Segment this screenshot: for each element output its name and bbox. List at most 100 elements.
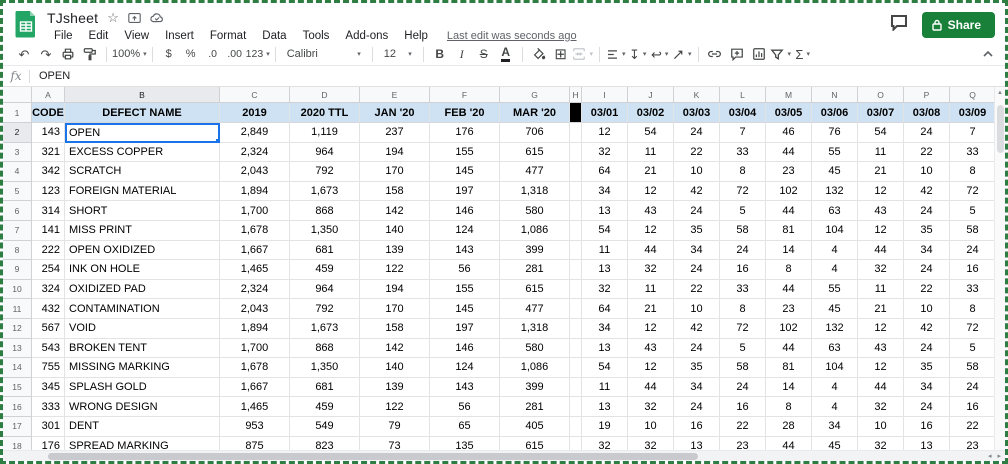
menu-insert[interactable]: Insert bbox=[158, 28, 201, 44]
cell-C11[interactable]: 2,043 bbox=[220, 299, 290, 319]
cell-K4[interactable]: 10 bbox=[674, 162, 720, 182]
column-header-J[interactable]: J bbox=[628, 87, 674, 103]
cell-B2[interactable]: OPEN bbox=[65, 123, 220, 143]
row-header-15[interactable]: 15 bbox=[3, 377, 32, 398]
cell-K15[interactable]: 34 bbox=[674, 377, 720, 398]
cell-O14[interactable]: 12 bbox=[858, 358, 904, 378]
cell-J4[interactable]: 21 bbox=[628, 162, 674, 182]
cell-L14[interactable]: 58 bbox=[720, 358, 766, 378]
redo-icon[interactable]: ↷ bbox=[35, 44, 57, 64]
cell-F1[interactable]: FEB '20 bbox=[430, 103, 500, 123]
cell-N2[interactable]: 76 bbox=[812, 123, 858, 143]
cell-B7[interactable]: MISS PRINT bbox=[65, 220, 220, 241]
cell-L3[interactable]: 33 bbox=[720, 142, 766, 163]
cell-I2[interactable]: 12 bbox=[582, 123, 628, 143]
cell-L4[interactable]: 8 bbox=[720, 162, 766, 182]
cell-K2[interactable]: 24 bbox=[674, 123, 720, 143]
cell-G5[interactable]: 1,318 bbox=[500, 181, 570, 202]
cell-J16[interactable]: 32 bbox=[628, 397, 674, 417]
cell-D13[interactable]: 868 bbox=[290, 338, 360, 359]
cell-J11[interactable]: 21 bbox=[628, 299, 674, 319]
cell-N6[interactable]: 63 bbox=[812, 201, 858, 221]
cell-P6[interactable]: 24 bbox=[904, 201, 950, 221]
insert-chart-icon[interactable] bbox=[748, 44, 770, 64]
star-icon[interactable]: ☆ bbox=[107, 11, 119, 24]
italic-button[interactable]: I bbox=[451, 44, 473, 64]
cell-D1[interactable]: 2020 TTL bbox=[290, 103, 360, 123]
cell-I1[interactable]: 03/01 bbox=[582, 103, 628, 123]
cell-E5[interactable]: 158 bbox=[360, 181, 430, 202]
insert-link-icon[interactable] bbox=[704, 44, 726, 64]
menu-tools[interactable]: Tools bbox=[296, 28, 337, 44]
cell-J9[interactable]: 32 bbox=[628, 260, 674, 280]
cell-D7[interactable]: 1,350 bbox=[290, 220, 360, 241]
cell-I14[interactable]: 54 bbox=[582, 358, 628, 378]
merge-cells-icon[interactable]: ▾ bbox=[572, 44, 594, 64]
cell-F11[interactable]: 145 bbox=[430, 299, 500, 319]
cell-I9[interactable]: 13 bbox=[582, 260, 628, 280]
cell-O15[interactable]: 44 bbox=[858, 377, 904, 398]
cell-A14[interactable]: 755 bbox=[32, 358, 65, 378]
cell-G6[interactable]: 580 bbox=[500, 201, 570, 221]
cell-P17[interactable]: 16 bbox=[904, 416, 950, 437]
cloud-status-icon[interactable] bbox=[150, 12, 164, 23]
cell-D11[interactable]: 792 bbox=[290, 299, 360, 319]
cell-D14[interactable]: 1,350 bbox=[290, 358, 360, 378]
cell-N11[interactable]: 45 bbox=[812, 299, 858, 319]
cell-B9[interactable]: INK ON HOLE bbox=[65, 260, 220, 280]
cell-K9[interactable]: 24 bbox=[674, 260, 720, 280]
cell-C7[interactable]: 1,678 bbox=[220, 220, 290, 241]
cell-L16[interactable]: 16 bbox=[720, 397, 766, 417]
row-header-10[interactable]: 10 bbox=[3, 279, 32, 300]
cell-E14[interactable]: 140 bbox=[360, 358, 430, 378]
cell-P4[interactable]: 10 bbox=[904, 162, 950, 182]
column-header-C[interactable]: C bbox=[220, 87, 290, 103]
cell-E17[interactable]: 79 bbox=[360, 416, 430, 437]
cell-D3[interactable]: 964 bbox=[290, 142, 360, 163]
cell-F2[interactable]: 176 bbox=[430, 123, 500, 143]
cell-Q15[interactable]: 24 bbox=[950, 377, 996, 398]
format-currency-button[interactable]: $ bbox=[158, 44, 180, 64]
cell-Q9[interactable]: 16 bbox=[950, 260, 996, 280]
cell-H11[interactable] bbox=[570, 299, 582, 319]
cell-I5[interactable]: 34 bbox=[582, 181, 628, 202]
cell-O8[interactable]: 44 bbox=[858, 240, 904, 261]
cell-C4[interactable]: 2,043 bbox=[220, 162, 290, 182]
cell-M13[interactable]: 44 bbox=[766, 338, 812, 359]
cell-E4[interactable]: 170 bbox=[360, 162, 430, 182]
column-header-B[interactable]: B bbox=[65, 87, 220, 103]
cell-P14[interactable]: 35 bbox=[904, 358, 950, 378]
cell-L8[interactable]: 24 bbox=[720, 240, 766, 261]
column-header-P[interactable]: P bbox=[904, 87, 950, 103]
cell-F7[interactable]: 124 bbox=[430, 220, 500, 241]
cell-P16[interactable]: 24 bbox=[904, 397, 950, 417]
cell-J8[interactable]: 44 bbox=[628, 240, 674, 261]
cell-E15[interactable]: 139 bbox=[360, 377, 430, 398]
cell-G15[interactable]: 399 bbox=[500, 377, 570, 398]
cell-O3[interactable]: 11 bbox=[858, 142, 904, 163]
horizontal-align-icon[interactable]: ▾ bbox=[605, 44, 627, 64]
cell-K8[interactable]: 34 bbox=[674, 240, 720, 261]
cell-D6[interactable]: 868 bbox=[290, 201, 360, 221]
cell-G9[interactable]: 281 bbox=[500, 260, 570, 280]
functions-icon[interactable]: Σ ▾ bbox=[792, 44, 814, 64]
cell-D12[interactable]: 1,673 bbox=[290, 318, 360, 339]
fill-color-icon[interactable] bbox=[528, 44, 550, 64]
cell-C9[interactable]: 1,465 bbox=[220, 260, 290, 280]
cell-M14[interactable]: 81 bbox=[766, 358, 812, 378]
borders-icon[interactable]: ⊞ bbox=[550, 44, 572, 64]
cell-P3[interactable]: 22 bbox=[904, 142, 950, 163]
font-size-select[interactable]: 12 ▾ bbox=[378, 44, 418, 64]
cell-D8[interactable]: 681 bbox=[290, 240, 360, 261]
cell-H3[interactable] bbox=[570, 142, 582, 163]
cell-A17[interactable]: 301 bbox=[32, 416, 65, 437]
cell-E16[interactable]: 122 bbox=[360, 397, 430, 417]
cell-H4[interactable] bbox=[570, 162, 582, 182]
column-header-E[interactable]: E bbox=[360, 87, 430, 103]
cell-A12[interactable]: 567 bbox=[32, 318, 65, 339]
cell-I11[interactable]: 64 bbox=[582, 299, 628, 319]
cell-B15[interactable]: SPLASH GOLD bbox=[65, 377, 220, 398]
cell-C16[interactable]: 1,465 bbox=[220, 397, 290, 417]
cell-G14[interactable]: 1,086 bbox=[500, 358, 570, 378]
cell-K7[interactable]: 35 bbox=[674, 220, 720, 241]
